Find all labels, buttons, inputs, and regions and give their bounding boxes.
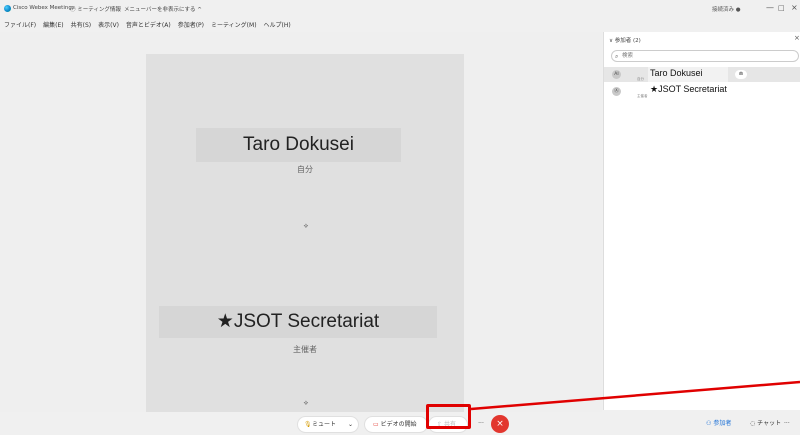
annotation-pointer-line — [470, 380, 800, 411]
